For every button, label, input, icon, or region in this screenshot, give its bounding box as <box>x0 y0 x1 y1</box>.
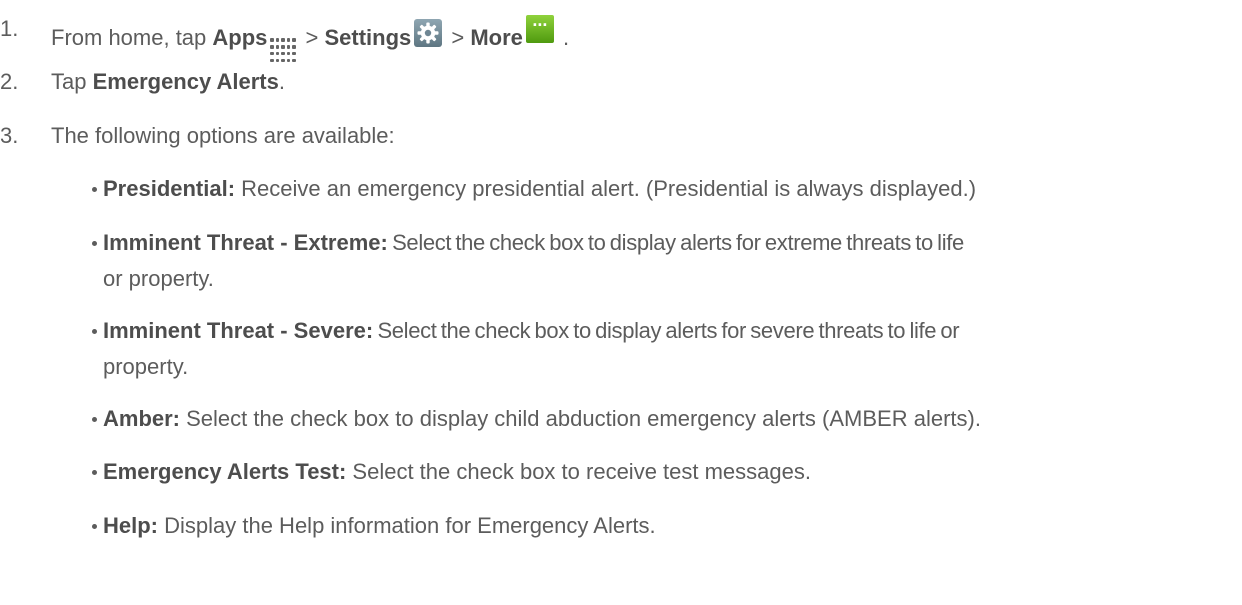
step-text-prefix: Tap <box>51 69 93 94</box>
bullet <box>92 417 97 422</box>
emergency-alerts-label: Emergency Alerts <box>92 69 279 94</box>
step-text: The following options are available: <box>51 123 395 148</box>
list-item: Imminent Threat - Extreme: Select the ch… <box>92 229 1223 293</box>
separator: > <box>445 25 471 50</box>
option-term: Amber: <box>103 406 181 431</box>
list-item: Amber: Select the check box to display c… <box>92 405 1223 433</box>
option-description: Select the check box to display alerts f… <box>387 230 964 255</box>
separator: > <box>299 25 325 50</box>
option-description-continued: or property. <box>103 266 214 291</box>
option-term: Presidential: <box>103 176 236 201</box>
list-item: Help: Display the Help information for E… <box>92 512 1223 540</box>
step-number: 3. <box>0 123 19 148</box>
list-item: Emergency Alerts Test: Select the check … <box>92 458 1223 486</box>
settings-label: Settings <box>324 25 412 50</box>
more-label: More <box>470 25 523 50</box>
settings-gear-icon <box>414 19 443 47</box>
option-term: Imminent Threat - Extreme: <box>103 230 388 255</box>
apps-grid-icon <box>270 38 296 63</box>
step-text-suffix: . <box>278 69 285 94</box>
option-description: Receive an emergency presidential alert.… <box>235 176 977 201</box>
option-term: Emergency Alerts Test: <box>103 459 347 484</box>
option-term: Help: <box>103 513 158 538</box>
bullet <box>92 241 97 246</box>
bullet <box>92 329 97 334</box>
list-item: Imminent Threat - Severe: Select the che… <box>92 317 1223 381</box>
option-description-continued: property. <box>103 354 189 379</box>
apps-label: Apps <box>212 25 268 50</box>
more-dots-icon: ··· <box>525 15 554 43</box>
option-description: Select the check box to display child ab… <box>180 406 981 431</box>
step-number: 1. <box>0 16 19 41</box>
option-description: Select the check box to display alerts f… <box>373 318 960 343</box>
bullet <box>92 470 97 475</box>
step-text-prefix: From home, tap <box>51 25 213 50</box>
step-text: Tap Emergency Alerts. <box>51 68 285 96</box>
step-text-suffix: . <box>556 25 570 50</box>
bullet <box>92 524 97 529</box>
option-description: Select the check box to receive test mes… <box>346 459 811 484</box>
step-number: 2. <box>0 69 19 94</box>
bullet <box>92 187 97 192</box>
step-text: From home, tap Apps > Settings > More ···… <box>51 15 569 63</box>
option-term: Imminent Threat - Severe: <box>103 318 374 343</box>
list-item: Presidential: Receive an emergency presi… <box>92 175 1223 203</box>
option-description: Display the Help information for Emergen… <box>158 513 656 538</box>
